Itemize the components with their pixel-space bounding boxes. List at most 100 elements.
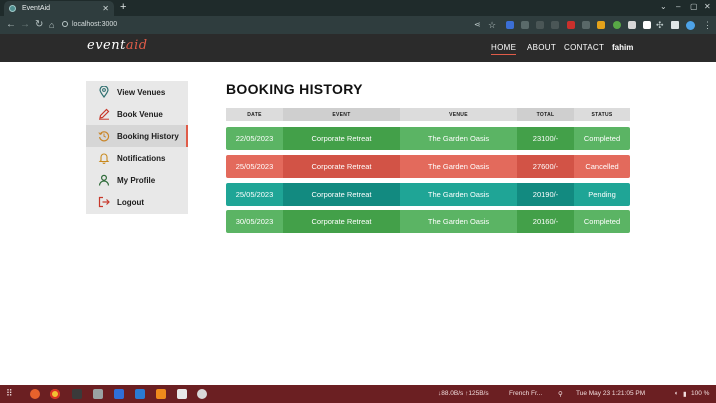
sidebar-item-book-venue[interactable]: Book Venue: [86, 103, 188, 125]
logo-text: event: [87, 38, 126, 53]
sidebar-item-booking-history[interactable]: Booking History: [86, 125, 188, 147]
volume-icon[interactable]: ◖: [674, 390, 678, 397]
clock[interactable]: Tue May 23 1:21:05 PM: [576, 390, 645, 397]
extension-icon[interactable]: [551, 21, 559, 29]
booking-date: 25/05/2023: [226, 155, 283, 178]
maximize-button[interactable]: ▢: [690, 2, 698, 11]
app-icon[interactable]: [177, 389, 187, 399]
site-info-icon[interactable]: [62, 21, 68, 27]
table-row: 25/05/2023 Corporate Retreat The Garden …: [226, 183, 630, 206]
sidebar-item-label: Booking History: [117, 131, 179, 141]
table-row: 30/05/2023 Corporate Retreat The Garden …: [226, 210, 630, 233]
booking-total: 20190/-: [517, 183, 574, 206]
vlc-icon[interactable]: [156, 389, 166, 399]
home-icon[interactable]: ⌂: [49, 18, 54, 32]
bell-icon: [98, 152, 110, 164]
booking-date: 22/05/2023: [226, 127, 283, 150]
nav-about[interactable]: ABOUT: [527, 43, 556, 52]
nav-home[interactable]: HOME: [491, 43, 517, 55]
status-badge: Pending: [574, 183, 630, 206]
user-icon: [98, 174, 110, 186]
back-arrow-icon[interactable]: ←: [6, 18, 16, 32]
booking-total: 20160/-: [517, 210, 574, 233]
logout-icon: [98, 196, 110, 208]
history-icon: [98, 130, 110, 142]
column-header-total: TOTAL: [517, 108, 574, 121]
sidebar: View Venues Book Venue Booking History N…: [86, 81, 188, 214]
browser-toolbar: ← → ↻ ⌂ localhost:3000 ⋖ ☆ ✣ ⋮: [0, 16, 716, 34]
extension-adblock-icon[interactable]: [567, 21, 575, 29]
table-header: DATE EVENT VENUE TOTAL STATUS: [226, 108, 630, 121]
nav-contact[interactable]: CONTACT: [564, 43, 604, 52]
sidebar-item-logout[interactable]: Logout: [86, 191, 188, 213]
booking-event: Corporate Retreat: [283, 155, 400, 178]
url-text[interactable]: localhost:3000: [72, 19, 117, 31]
more-menu-icon[interactable]: ⋮: [703, 18, 712, 32]
sidebar-item-my-profile[interactable]: My Profile: [86, 169, 188, 191]
app-icon[interactable]: [197, 389, 207, 399]
nav-user-name[interactable]: fahim: [612, 43, 633, 52]
extensions-puzzle-icon[interactable]: ✣: [656, 18, 664, 32]
booking-venue: The Garden Oasis: [400, 127, 517, 150]
sidebar-item-label: My Profile: [117, 175, 156, 185]
pencil-icon: [98, 108, 110, 120]
firefox-icon[interactable]: [30, 389, 40, 399]
bookmark-star-icon[interactable]: ☆: [488, 18, 496, 32]
forward-arrow-icon[interactable]: →: [20, 18, 30, 32]
status-badge: Completed: [574, 127, 630, 150]
extension-icon[interactable]: [643, 21, 651, 29]
terminal-icon[interactable]: [72, 389, 82, 399]
column-header-event: EVENT: [283, 108, 400, 121]
sidebar-item-view-venues[interactable]: View Venues: [86, 81, 188, 103]
app-grid-icon[interactable]: ⠿: [6, 388, 13, 399]
minimize-button[interactable]: –: [676, 2, 680, 11]
booking-date: 30/05/2023: [226, 210, 283, 233]
extension-icon[interactable]: [597, 21, 605, 29]
close-tab-icon[interactable]: ✕: [102, 4, 109, 13]
booking-date: 25/05/2023: [226, 183, 283, 206]
avatar[interactable]: [686, 21, 695, 30]
vscode-icon[interactable]: [135, 389, 145, 399]
extension-icon[interactable]: [536, 21, 544, 29]
files-icon[interactable]: [93, 389, 103, 399]
taskbar: ⠿ ↓88.0B/s ↑125B/s French Fr... ⚲ Tue Ma…: [0, 385, 716, 403]
logo-accent-text: aid: [125, 38, 148, 53]
pin-icon[interactable]: ⚲: [558, 390, 563, 398]
sidebar-item-notifications[interactable]: Notifications: [86, 147, 188, 169]
address-bar[interactable]: localhost:3000: [58, 18, 498, 32]
keyboard-layout[interactable]: French Fr...: [509, 390, 542, 397]
column-header-venue: VENUE: [400, 108, 517, 121]
sidebar-item-label: Book Venue: [117, 109, 163, 119]
logo[interactable]: eventaid: [87, 38, 148, 53]
extension-icon[interactable]: [521, 21, 529, 29]
booking-venue: The Garden Oasis: [400, 210, 517, 233]
favicon-icon: [9, 5, 16, 12]
browser-tab-strip: EventAid ✕ + ⌄ – ▢ ✕: [0, 0, 716, 16]
new-tab-button[interactable]: +: [120, 1, 126, 14]
extension-icon[interactable]: [628, 21, 636, 29]
text-editor-icon[interactable]: [114, 389, 124, 399]
share-icon[interactable]: ⋖: [474, 18, 481, 32]
reload-icon[interactable]: ↻: [35, 18, 43, 32]
tab-title: EventAid: [22, 5, 51, 12]
tab-search-icon[interactable]: ⌄: [660, 2, 667, 11]
status-badge: Completed: [574, 210, 630, 233]
extension-copy-icon[interactable]: [506, 21, 514, 29]
booking-venue: The Garden Oasis: [400, 183, 517, 206]
battery-icon[interactable]: ▮: [683, 390, 687, 398]
battery-level: 100 %: [691, 390, 710, 397]
sidebar-item-label: Notifications: [117, 153, 166, 163]
status-badge: Cancelled: [574, 155, 630, 178]
chrome-icon[interactable]: [50, 389, 60, 399]
table-row: 25/05/2023 Corporate Retreat The Garden …: [226, 155, 630, 178]
booking-event: Corporate Retreat: [283, 210, 400, 233]
side-panel-icon[interactable]: [671, 21, 679, 29]
page-title: BOOKING HISTORY: [226, 81, 363, 97]
extension-icon[interactable]: [613, 21, 621, 29]
booking-total: 27600/-: [517, 155, 574, 178]
sidebar-item-label: View Venues: [117, 87, 166, 97]
extension-icon[interactable]: [582, 21, 590, 29]
site-header: eventaid HOME ABOUT CONTACT fahim: [0, 34, 716, 62]
browser-tab[interactable]: EventAid ✕: [4, 1, 114, 16]
close-window-button[interactable]: ✕: [704, 2, 711, 11]
